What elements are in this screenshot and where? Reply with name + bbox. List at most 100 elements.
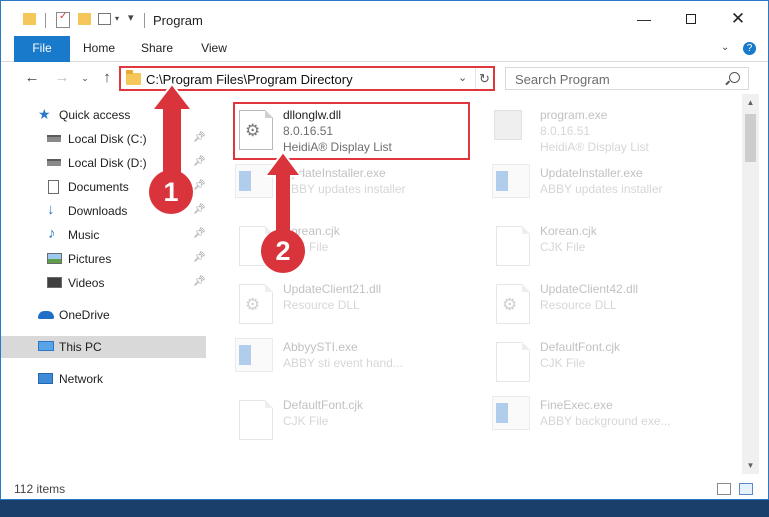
minimize-button[interactable]: — [621,1,667,36]
scroll-down-icon[interactable]: ▼ [742,457,759,474]
quick-access-toolbar-chevron-icon[interactable]: ▾ [128,11,134,27]
dropdown-chevron-icon[interactable]: ▾ [115,14,119,30]
file-item[interactable]: FineExec.exe ABBY background exe... [482,392,722,446]
music-icon: ♪ [48,225,56,242]
file-description: ABBY updates installer [540,182,663,196]
nav-onedrive[interactable]: OneDrive [1,304,206,326]
maximize-button[interactable] [668,1,714,36]
customize-view-icon[interactable] [98,13,111,25]
step-badge-1: 1 [149,170,193,214]
properties-icon[interactable]: ✓ [56,11,70,28]
file-item[interactable]: ⚙ UpdateClient42.dll Resource DLL [482,276,722,330]
address-row: ← → ⌄ ↑ C:\Program Files\Program Directo… [1,62,768,94]
exe-icon [492,164,530,198]
step-badge-2: 2 [261,229,305,273]
vertical-scrollbar[interactable]: ▲ ▼ [742,94,759,474]
title-separator [45,13,46,28]
title-bar: ✓ ▾ ▾ Program — ✕ [1,1,768,36]
nav-item-music[interactable]: ♪ Music 📌︎ [1,224,206,246]
file-icon [496,226,530,266]
close-button[interactable]: ✕ [715,1,761,36]
nav-item-videos[interactable]: Videos 📌︎ [1,272,206,294]
file-name: Korean.cjk [540,224,597,238]
file-item-program-exe[interactable]: program.exe 8.0.16.51 HeidiA® Display Li… [482,102,722,156]
pin-icon[interactable]: 📌︎ [193,204,206,215]
file-item[interactable]: UpdateInstaller.exe ABBY updates install… [482,160,722,214]
tab-home[interactable]: Home [76,36,122,61]
nav-label: OneDrive [59,308,110,322]
scroll-up-icon[interactable]: ▲ [742,94,759,111]
file-name: DefaultFont.cjk [283,398,364,412]
file-icon [496,342,530,382]
nav-label: Downloads [68,204,128,218]
pin-icon[interactable]: 📌︎ [193,276,206,287]
drive-icon [47,159,61,166]
file-type: Resource DLL [540,298,617,312]
explorer-window: ✓ ▾ ▾ Program — ✕ File Home Share View ⌄… [0,0,769,500]
file-item[interactable]: DefaultFont.cjk CJK File [482,334,722,388]
recent-locations-chevron-icon[interactable]: ⌄ [75,69,95,87]
file-item[interactable]: DefaultFont.cjk CJK File [225,392,465,446]
file-type: CJK File [540,356,586,370]
nav-this-pc[interactable]: This PC [1,336,206,358]
documents-icon [48,180,59,194]
nav-item-pictures[interactable]: Pictures 📌︎ [1,248,206,270]
exe-icon [494,110,522,140]
back-button[interactable]: ← [22,69,42,87]
details-view-icon[interactable] [717,483,731,495]
file-item[interactable]: Korean.cjk CJK File [482,218,722,272]
file-item[interactable]: UpdateInstaller.exe ABBY updates install… [225,160,465,214]
new-folder-icon[interactable] [78,13,91,25]
search-placeholder: Search Program [515,72,610,87]
network-icon [38,373,53,384]
star-icon: ★ [38,106,51,122]
address-history-chevron-icon[interactable]: ⌄ [458,71,467,84]
file-name: DefaultFont.cjk [540,340,621,354]
onedrive-icon [38,311,54,319]
file-name: program.exe [540,108,608,122]
folder-icon [126,70,141,85]
file-type: CJK File [540,240,586,254]
search-icon[interactable] [729,72,740,83]
refresh-icon[interactable]: ↻ [475,68,493,89]
pin-icon[interactable]: 📌︎ [193,180,206,191]
file-name: UpdateInstaller.exe [540,166,643,180]
expand-ribbon-icon[interactable]: ⌄ [721,42,729,53]
file-description: ABBY background exe... [540,414,671,428]
forward-button[interactable]: → [52,69,72,87]
up-button[interactable]: ↑ [97,69,117,87]
window-title: Program [153,13,203,28]
file-icon [239,400,273,440]
pin-icon[interactable]: 📌︎ [193,252,206,263]
nav-network[interactable]: Network [1,368,206,390]
scrollbar-thumb[interactable] [745,114,756,162]
pictures-icon [47,253,62,264]
help-icon[interactable]: ? [743,42,756,55]
file-type: Resource DLL [283,298,360,312]
item-count: 112 items [14,482,66,496]
nav-label: Documents [68,180,129,194]
pin-icon[interactable]: 📌︎ [193,156,206,167]
nav-label: This PC [59,340,102,354]
exe-icon [492,396,530,430]
nav-label: Videos [68,276,105,290]
tab-share[interactable]: Share [134,36,180,61]
file-description: HeidiA® Display List [540,140,649,154]
search-input[interactable]: Search Program [505,67,749,90]
title-separator-2 [144,13,145,28]
tab-view[interactable]: View [191,36,237,61]
large-icons-view-icon[interactable] [739,483,753,495]
exe-icon [235,338,273,372]
pin-icon[interactable]: 📌︎ [193,132,206,143]
computer-icon [38,341,54,351]
dll-icon: ⚙ [239,284,273,324]
pin-icon[interactable]: 📌︎ [193,228,206,239]
nav-label: Pictures [68,252,112,266]
file-item[interactable]: ⚙ UpdateClient21.dll Resource DLL [225,276,465,330]
file-description: ABBY sti event hand... [283,356,403,370]
file-item[interactable]: AbbyySTI.exe ABBY sti event hand... [225,334,465,388]
file-name: FineExec.exe [540,398,613,412]
folder-icon [23,13,36,25]
videos-icon [47,277,62,288]
status-bar: 112 items [1,477,768,499]
